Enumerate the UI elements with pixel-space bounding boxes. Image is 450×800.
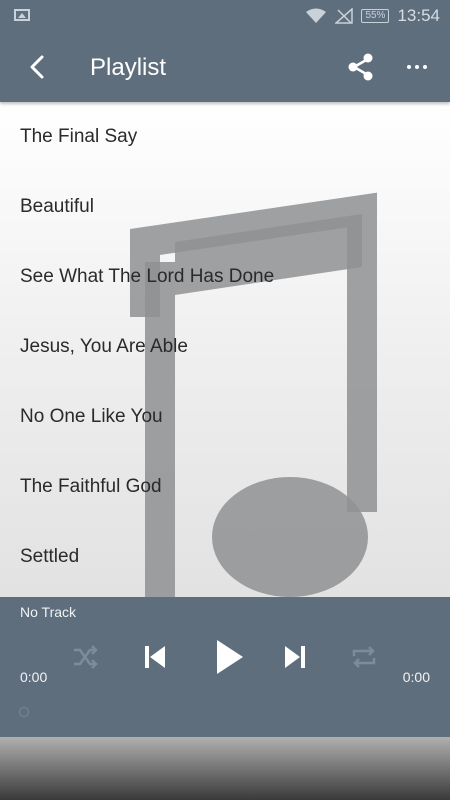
list-item[interactable]: Beautiful (0, 172, 450, 242)
next-icon (285, 646, 305, 668)
page-title: Playlist (90, 54, 167, 81)
shuffle-button[interactable] (67, 639, 103, 675)
image-icon (14, 9, 30, 21)
app-bar: Playlist (0, 32, 450, 102)
list-item[interactable]: The Faithful God (0, 452, 450, 522)
play-icon (217, 640, 243, 674)
list-item[interactable]: No One Like You (0, 382, 450, 452)
battery-icon: 55% (361, 9, 390, 23)
repeat-button[interactable] (346, 639, 382, 675)
share-button[interactable] (345, 51, 377, 83)
status-icons: 55% 13:54 (305, 0, 440, 32)
more-options-button[interactable] (400, 51, 434, 83)
shuffle-icon (74, 645, 98, 669)
wifi-icon (306, 8, 327, 23)
back-arrow-icon (30, 55, 44, 79)
previous-button[interactable] (137, 639, 173, 675)
list-item[interactable]: See What The Lord Has Done (0, 242, 450, 312)
playlist: The Final Say Beautiful See What The Lor… (0, 102, 450, 592)
playlist-area[interactable]: The Final Say Beautiful See What The Lor… (0, 102, 450, 597)
bottom-bar (0, 737, 450, 800)
play-button[interactable] (208, 635, 250, 679)
list-item[interactable]: Settled (0, 522, 450, 592)
duration-time: 0:00 (402, 669, 430, 685)
player-panel: No Track 0:00 0:00 (0, 597, 450, 737)
repeat-icon (352, 646, 376, 668)
elapsed-time: 0:00 (20, 669, 48, 685)
list-item[interactable]: Jesus, You Are Able (0, 312, 450, 382)
share-icon (348, 53, 373, 81)
seek-handle[interactable] (19, 707, 29, 717)
status-time: 13:54 (397, 6, 440, 25)
back-button[interactable] (20, 50, 54, 84)
status-bar: 55% 13:54 (0, 0, 450, 32)
previous-icon (145, 646, 165, 668)
battery-level: 55% (365, 10, 386, 21)
next-button[interactable] (277, 639, 313, 675)
signal-icon (335, 8, 354, 24)
more-dots-icon (407, 65, 427, 69)
list-item[interactable]: The Final Say (0, 102, 450, 172)
now-playing-label: No Track (20, 604, 77, 620)
